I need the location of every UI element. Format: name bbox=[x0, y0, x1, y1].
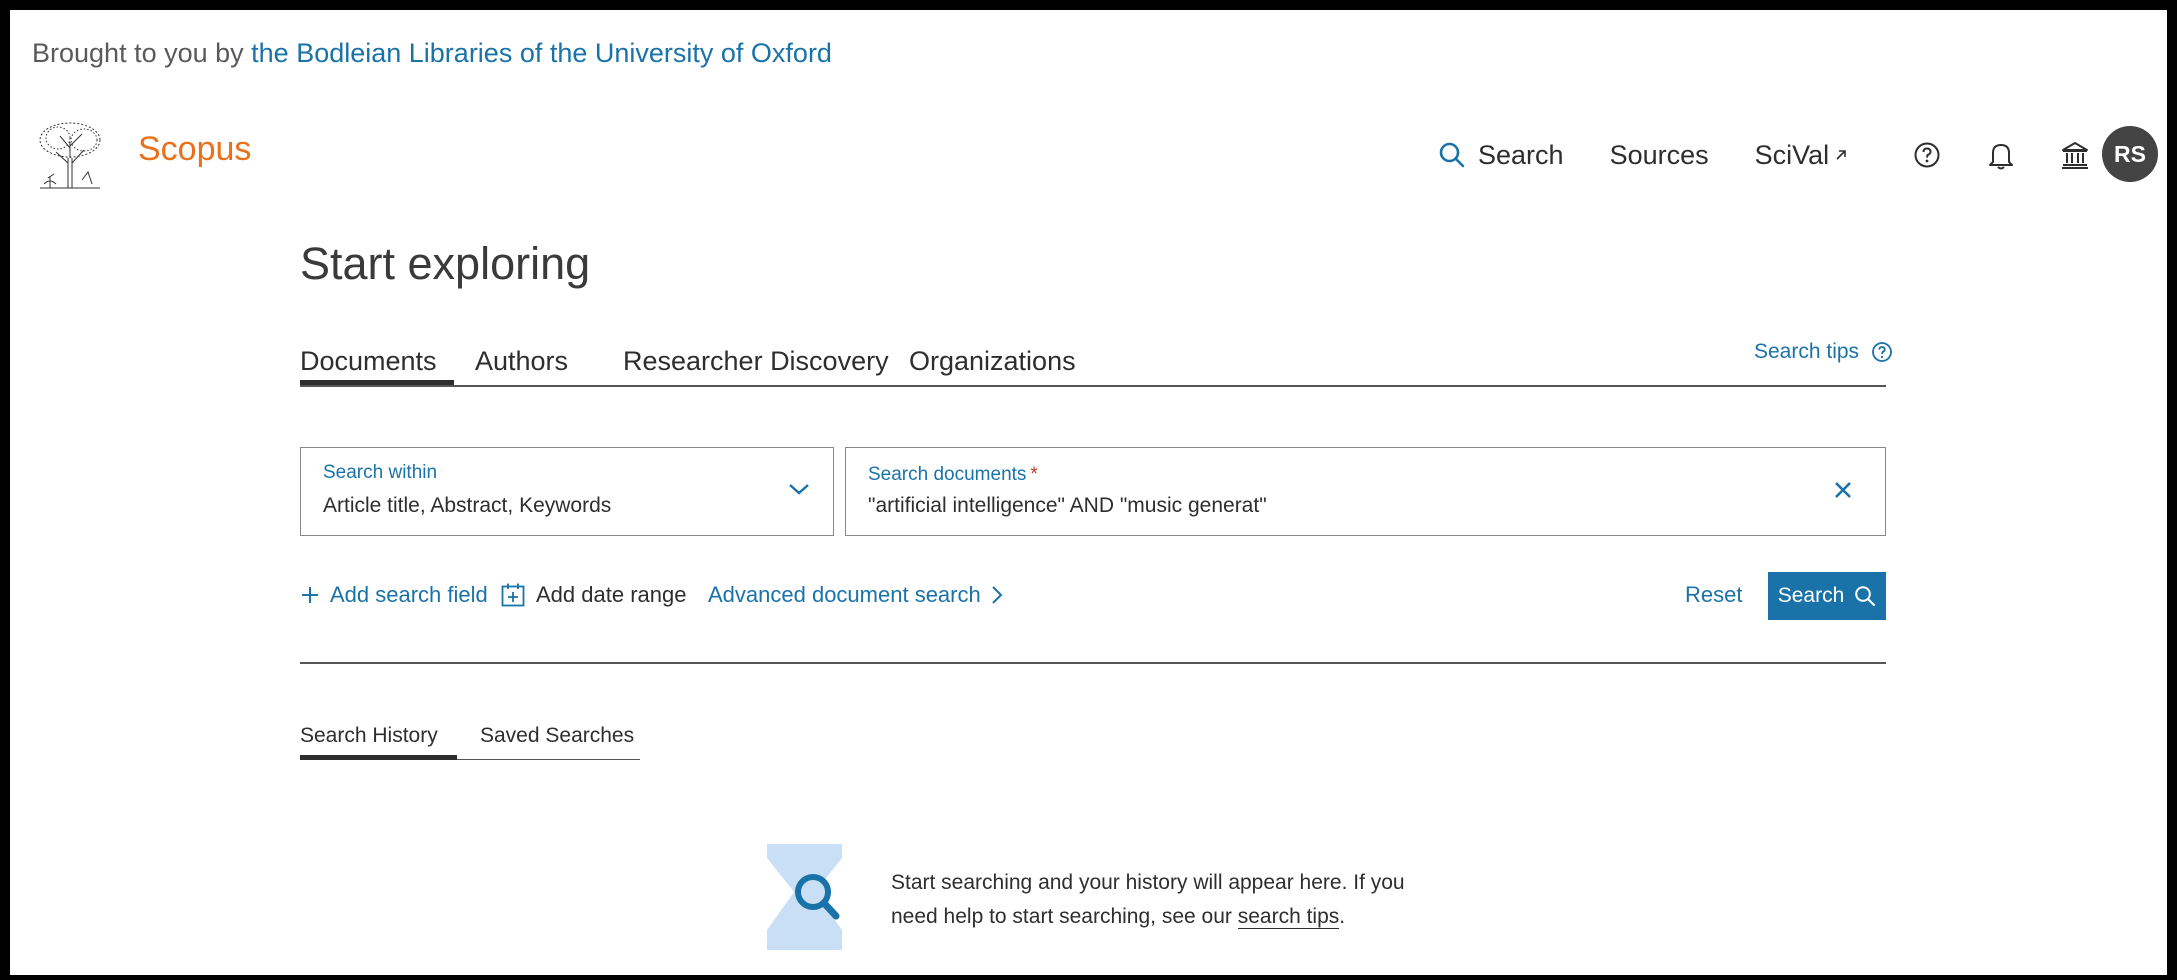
bell-icon[interactable] bbox=[1985, 139, 2017, 171]
plus-icon bbox=[302, 587, 318, 603]
tab-documents[interactable]: Documents bbox=[300, 346, 437, 377]
search-tips-inline-link[interactable]: search tips bbox=[1237, 905, 1340, 929]
nav-sources[interactable]: Sources bbox=[1610, 140, 1709, 171]
empty-history-illustration bbox=[767, 844, 842, 950]
empty-history-period: . bbox=[1339, 905, 1346, 928]
search-tips-link[interactable]: Search tips bbox=[1754, 340, 1893, 364]
search-within-value: Article title, Abstract, Keywords bbox=[323, 494, 612, 517]
add-search-field-button[interactable]: Add search field bbox=[300, 582, 488, 608]
tab-saved-searches[interactable]: Saved Searches bbox=[480, 724, 634, 748]
institution-banner: Brought to you by the Bodleian Libraries… bbox=[32, 38, 832, 69]
close-icon[interactable] bbox=[1831, 478, 1855, 502]
reset-button[interactable]: Reset bbox=[1685, 582, 1742, 608]
search-icon bbox=[1439, 142, 1465, 168]
search-documents-label-text: Search documents bbox=[868, 464, 1027, 485]
active-history-tab-indicator bbox=[300, 755, 457, 760]
add-date-range-button[interactable]: Add date range bbox=[500, 582, 686, 608]
search-icon bbox=[1855, 586, 1876, 606]
help-circle-icon bbox=[1872, 342, 1892, 362]
user-avatar[interactable]: RS bbox=[2102, 126, 2158, 182]
search-button-label: Search bbox=[1777, 584, 1845, 607]
add-search-field-label: Add search field bbox=[330, 582, 488, 607]
page-title: Start exploring bbox=[300, 238, 591, 289]
institution-icon[interactable] bbox=[2059, 139, 2091, 171]
chevron-down-icon bbox=[789, 484, 809, 495]
nav-scival-label: SciVal bbox=[1754, 139, 1830, 170]
search-documents-field[interactable]: Search documents * "artificial intelligen… bbox=[845, 447, 1886, 536]
section-divider bbox=[300, 662, 1886, 664]
scopus-brand[interactable]: Scopus bbox=[138, 130, 251, 169]
required-mark: * bbox=[1030, 464, 1038, 485]
chevron-right-icon bbox=[992, 586, 1003, 604]
advanced-search-link[interactable]: Advanced document search bbox=[708, 582, 1003, 608]
banner-prefix: Brought to you by bbox=[32, 38, 244, 68]
active-tab-indicator bbox=[300, 380, 454, 385]
search-button[interactable]: Search bbox=[1768, 572, 1886, 620]
search-actions: Add search field Add date range Advanced… bbox=[300, 572, 1886, 620]
empty-history-message: Start searching and your history will ap… bbox=[891, 866, 1431, 934]
calendar-add-icon bbox=[501, 583, 525, 607]
search-type-tabs: Documents Authors Researcher Discovery O… bbox=[300, 340, 1886, 387]
nav-search[interactable]: Search bbox=[1438, 140, 1564, 171]
tab-organizations[interactable]: Organizations bbox=[909, 346, 1076, 377]
tab-authors[interactable]: Authors bbox=[475, 346, 568, 377]
help-icon[interactable] bbox=[1911, 139, 1943, 171]
tab-search-history[interactable]: Search History bbox=[300, 724, 438, 748]
tab-researcher-discovery[interactable]: Researcher Discovery bbox=[623, 346, 889, 377]
advanced-search-label: Advanced document search bbox=[708, 582, 981, 607]
institution-link[interactable]: the Bodleian Libraries of the University… bbox=[251, 38, 832, 68]
search-documents-label: Search documents * bbox=[868, 464, 1038, 486]
elsevier-logo[interactable] bbox=[30, 118, 110, 190]
add-date-range-label: Add date range bbox=[536, 582, 687, 607]
history-tabs: Search History Saved Searches bbox=[300, 722, 640, 760]
nav-scival[interactable]: SciVal bbox=[1755, 140, 1850, 171]
external-link-icon bbox=[1836, 150, 1846, 160]
search-query-input[interactable]: "artificial intelligence" AND "music gen… bbox=[868, 494, 1267, 518]
top-nav: Search Sources SciVal bbox=[1438, 135, 2133, 175]
search-within-select[interactable]: Search within Article title, Abstract, K… bbox=[300, 447, 834, 536]
page: Brought to you by the Bodleian Libraries… bbox=[10, 10, 2167, 975]
search-within-label: Search within bbox=[323, 462, 438, 483]
nav-search-label: Search bbox=[1478, 139, 1564, 170]
search-tips-label: Search tips bbox=[1754, 340, 1860, 363]
